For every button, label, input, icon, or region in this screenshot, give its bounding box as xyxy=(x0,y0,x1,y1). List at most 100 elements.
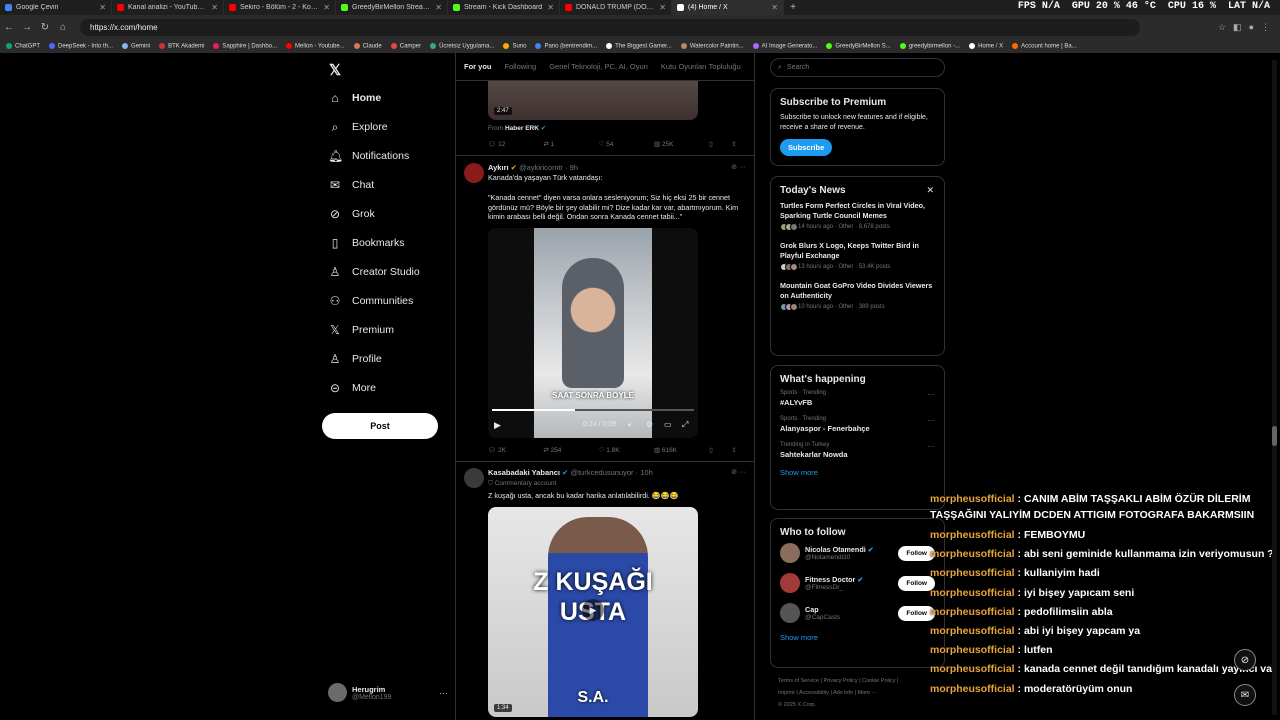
repost-button[interactable]: ⇄ 1 xyxy=(543,140,598,148)
bookmark-icon[interactable]: ▯ xyxy=(709,446,731,454)
bookmark-item[interactable]: The Biggest Gamer... xyxy=(606,42,672,49)
follow-suggestion[interactable]: Fitness Doctor ✔ @FitnessDr_ Follow xyxy=(780,573,935,593)
bookmark-item[interactable]: Camper xyxy=(390,42,421,49)
close-icon[interactable]: ✕ xyxy=(771,3,778,12)
like-button[interactable]: ♡ 54 xyxy=(599,140,654,148)
scrollbar[interactable] xyxy=(1272,60,1277,715)
account-switcher[interactable]: Herugrim @Mellon199 ··· xyxy=(328,683,448,702)
nav-profile[interactable]: ♙ Profile xyxy=(328,349,382,369)
close-icon[interactable]: ✕ xyxy=(99,3,106,12)
more-icon[interactable]: ··· xyxy=(739,469,746,476)
avatar[interactable] xyxy=(464,468,484,488)
show-more-link[interactable]: Show more xyxy=(780,468,935,477)
scrollbar-thumb[interactable] xyxy=(1272,426,1277,446)
bookmark-item[interactable]: Suno xyxy=(503,42,526,49)
bookmark-item[interactable]: Pano (bentrendim... xyxy=(535,42,597,49)
play-icon[interactable]: ▶ xyxy=(494,420,501,431)
bookmark-item[interactable]: BTK Akademi xyxy=(159,42,204,49)
footer-links[interactable]: Imprint | Accessibility | Ads info | Mor… xyxy=(778,687,948,699)
trend-item[interactable]: Sports · Trending Alanyaspor - Fenerbahçe… xyxy=(780,416,935,433)
reply-button[interactable]: 💬︎ 12 xyxy=(488,140,543,148)
browser-tab-active[interactable]: (4) Home / X ✕ xyxy=(672,0,784,15)
bookmark-item[interactable]: Ücretsiz Uygulama... xyxy=(430,42,494,49)
close-icon[interactable]: ✕ xyxy=(323,3,330,12)
tab-following[interactable]: Following xyxy=(505,62,537,71)
avatar[interactable] xyxy=(464,163,484,183)
like-button[interactable]: ♡ 1.8K xyxy=(599,446,654,454)
bookmark-item[interactable]: AI Image Generato... xyxy=(752,42,817,49)
footer-links[interactable]: Terms of Service | Privacy Policy | Cook… xyxy=(778,675,948,687)
star-icon[interactable]: ☆ xyxy=(1218,22,1226,33)
extension-icon[interactable]: ◧ xyxy=(1233,22,1242,33)
more-icon[interactable]: ··· xyxy=(439,688,448,698)
views-button[interactable]: ▥ 25K xyxy=(654,140,709,148)
tab-list-tech[interactable]: Genel Teknoloji, PC, AI, Oyun xyxy=(549,62,648,71)
nav-notifications[interactable]: 🔔︎ Notifications xyxy=(328,146,409,166)
mail-icon[interactable]: ✉ xyxy=(1234,684,1256,706)
follow-suggestion[interactable]: Nicolas Otamendi ✔ @Notamendi30 Follow xyxy=(780,543,935,563)
bookmark-item[interactable]: Mellon - Youtube... xyxy=(286,42,345,49)
url-field[interactable]: https://x.com/home xyxy=(80,18,1140,36)
subscribe-button[interactable]: Subscribe xyxy=(780,139,833,156)
source-name[interactable]: Haber ERK xyxy=(505,125,539,132)
grok-icon[interactable]: ⊘ xyxy=(1234,649,1256,671)
browser-tab[interactable]: Sekiro - Bölüm - 2 - Kolay Boss ??✕ xyxy=(224,0,336,15)
tweet-media-video[interactable]: Z KUŞAĞIUSTA ▶ S.A. 1:34 xyxy=(488,507,698,717)
nav-more[interactable]: ⊝ More xyxy=(328,378,376,398)
more-icon[interactable]: ··· xyxy=(739,164,746,171)
volume-icon[interactable]: 🔈︎ xyxy=(628,420,633,430)
author-name[interactable]: Aykırı xyxy=(488,163,509,172)
news-item[interactable]: Turtles Form Perfect Circles in Viral Vi… xyxy=(780,201,935,231)
share-icon[interactable]: ⇪ xyxy=(731,446,748,454)
nav-chat[interactable]: ✉ Chat xyxy=(328,175,374,195)
reply-button[interactable]: 💬︎ 2K xyxy=(488,446,543,454)
grok-icon[interactable]: ⊘ xyxy=(731,164,737,171)
follow-suggestion[interactable]: Cap @CapCasts Follow xyxy=(780,603,935,623)
pip-icon[interactable]: ▭ xyxy=(664,420,672,429)
back-icon[interactable]: ← xyxy=(0,22,18,33)
grok-icon[interactable]: ⊘ xyxy=(731,469,737,476)
browser-tab[interactable]: DONALD TRUMP (DOMBRA TRAP) ✕ xyxy=(560,0,672,15)
news-item[interactable]: Grok Blurs X Logo, Keeps Twitter Bird in… xyxy=(780,241,935,271)
bookmark-item[interactable]: greedybirmellon -... xyxy=(899,42,960,49)
bookmark-item[interactable]: ChatGPT xyxy=(6,42,40,49)
author-name[interactable]: Kasabadaki Yabancı xyxy=(488,468,560,477)
bookmark-item[interactable]: Account home | Ba... xyxy=(1012,42,1077,49)
close-icon[interactable]: ✕ xyxy=(926,185,934,196)
bookmark-item[interactable]: Gemini xyxy=(122,42,150,49)
tweet-more[interactable]: ⊘ ··· xyxy=(731,163,746,171)
bookmark-item[interactable]: Claude xyxy=(353,42,382,49)
fullscreen-icon[interactable]: ⤢ xyxy=(682,420,688,430)
more-icon[interactable]: ··· xyxy=(927,390,935,399)
nav-premium[interactable]: 𝕏 Premium xyxy=(328,320,394,340)
nav-explore[interactable]: ⌕ Explore xyxy=(328,117,388,137)
close-icon[interactable]: ✕ xyxy=(659,3,666,12)
more-icon[interactable]: ··· xyxy=(927,442,935,451)
repost-button[interactable]: ⇄ 254 xyxy=(543,446,598,454)
share-icon[interactable]: ⇪ xyxy=(731,140,748,148)
news-item[interactable]: Mountain Goat GoPro Video Divides Viewer… xyxy=(780,281,935,311)
nav-grok[interactable]: ⊘ Grok xyxy=(328,204,375,224)
video-progress[interactable] xyxy=(492,409,694,411)
trend-item[interactable]: Sports · Trending #ALYvFB ··· xyxy=(780,390,935,407)
tab-for-you[interactable]: For you xyxy=(464,62,492,71)
bookmark-item[interactable]: Home / X xyxy=(969,42,1003,49)
home-icon[interactable]: ⌂ xyxy=(54,22,72,33)
close-icon[interactable]: ✕ xyxy=(211,3,218,12)
show-more-link[interactable]: Show more xyxy=(780,633,935,642)
bookmark-item[interactable]: Sapphire | Dashbo... xyxy=(213,42,277,49)
browser-tab[interactable]: GreedyBirMellon Stream - Watch L ✕ xyxy=(336,0,448,15)
nav-communities[interactable]: ⚇ Communities xyxy=(328,291,414,311)
views-button[interactable]: ▥ 616K xyxy=(654,446,709,454)
more-icon[interactable]: ··· xyxy=(927,416,935,425)
bookmark-item[interactable]: DeepSeek - Into th... xyxy=(49,42,113,49)
play-icon[interactable]: ▶ xyxy=(582,599,604,621)
search-input[interactable]: ⌕ Search xyxy=(770,58,945,77)
bookmark-item[interactable]: Watercolor Paintin... xyxy=(680,42,744,49)
nav-home[interactable]: ⌂ Home xyxy=(328,88,381,108)
nav-creator-studio[interactable]: ♙ Creator Studio xyxy=(328,262,420,282)
nav-bookmarks[interactable]: ▯ Bookmarks xyxy=(328,233,405,253)
reload-icon[interactable]: ↻ xyxy=(36,22,54,33)
tweet-media-video[interactable]: SAAT SONRA BÖYLE ▶ 0:24 / 0:59 🔈︎ ⚙ ▭ ⤢ xyxy=(488,228,698,438)
bookmark-item[interactable]: GreedyBirMellon S... xyxy=(826,42,891,49)
